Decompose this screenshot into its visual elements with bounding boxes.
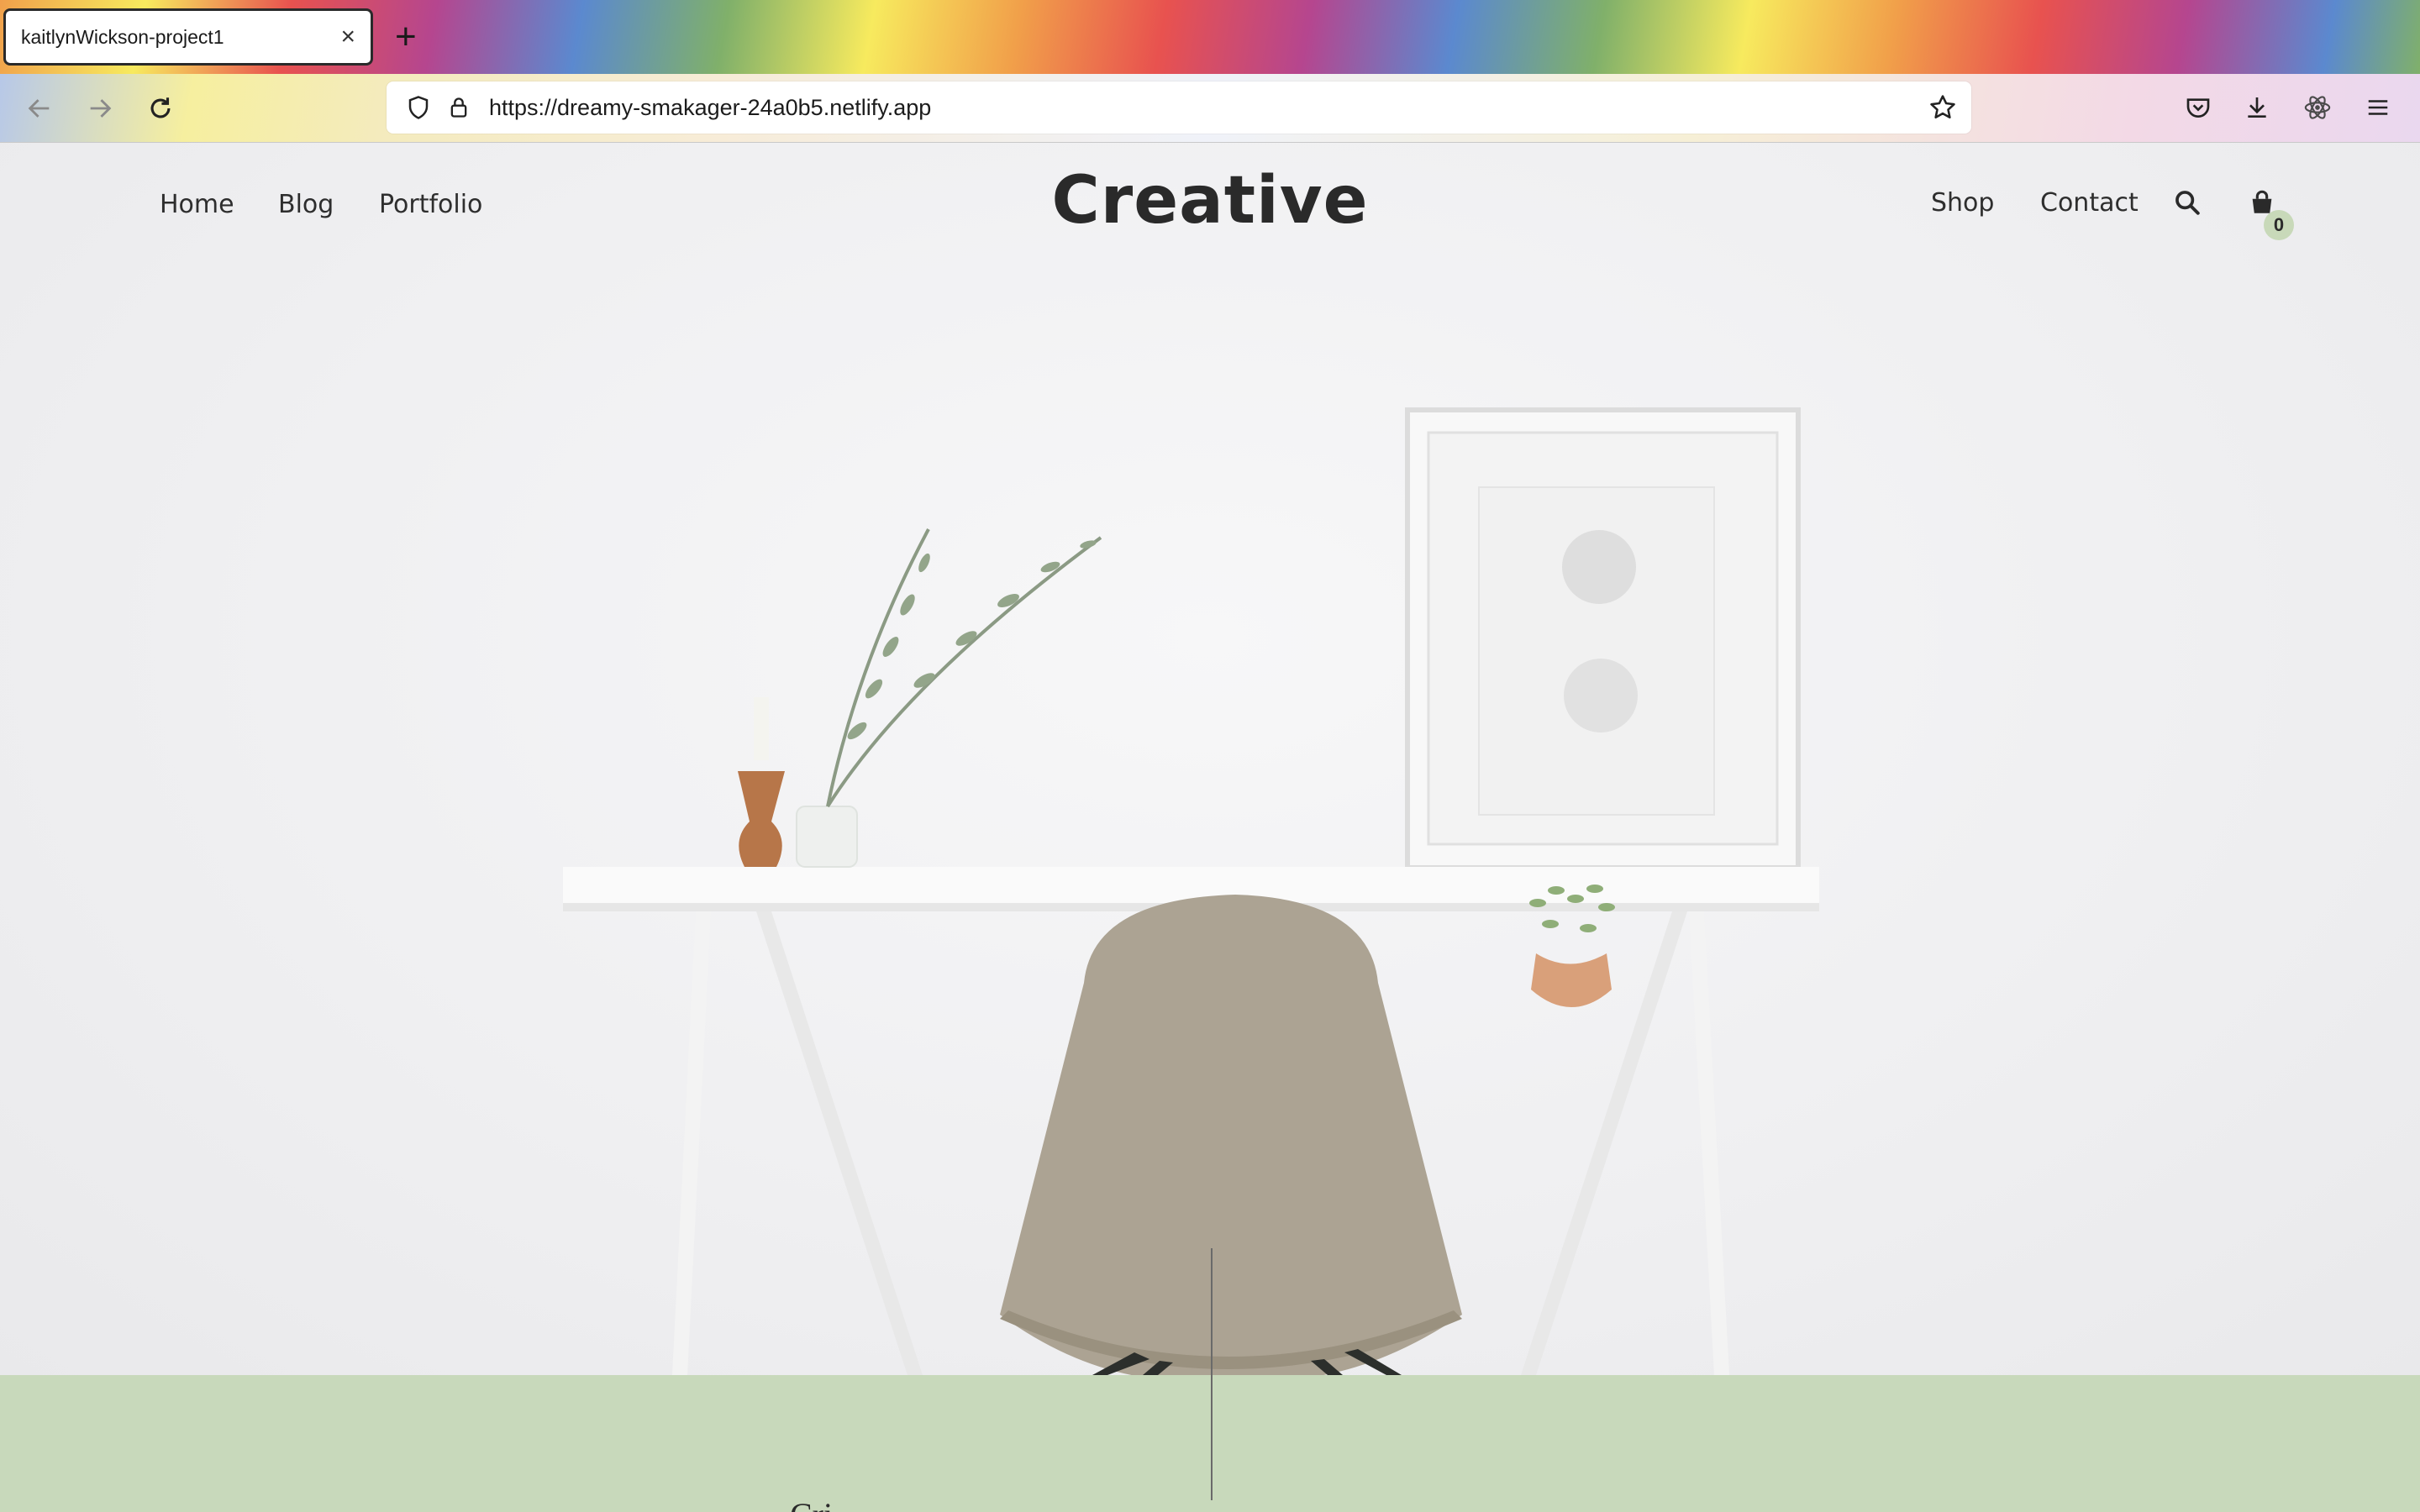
search-icon[interactable] [2173, 188, 2207, 222]
section-heading-peek: Cri [790, 1495, 833, 1512]
lock-icon[interactable] [442, 91, 476, 124]
web-page: Home Blog Portfolio Creative Shop Contac… [0, 143, 2420, 1512]
back-icon[interactable] [20, 89, 59, 128]
featured-section [0, 1375, 2420, 1512]
close-icon[interactable]: × [340, 24, 355, 50]
hero-section: Home Blog Portfolio Creative Shop Contac… [0, 143, 2420, 1375]
new-tab-button[interactable]: + [395, 17, 417, 57]
react-devtools-icon[interactable] [2299, 89, 2336, 126]
menu-icon[interactable] [2360, 89, 2396, 126]
star-icon[interactable] [1926, 91, 1960, 124]
browser-tab[interactable]: kaitlynWickson-project1 × [3, 8, 373, 66]
scroll-divider-line [1211, 1248, 1213, 1500]
shield-icon[interactable] [402, 91, 435, 124]
tab-title: kaitlynWickson-project1 [21, 25, 224, 48]
cart-count-badge: 0 [2264, 210, 2294, 240]
nav-link-shop[interactable]: Shop [1931, 188, 1994, 218]
forward-icon[interactable] [81, 89, 119, 128]
reload-icon[interactable] [141, 89, 180, 128]
url-text[interactable]: https://dreamy-smakager-24a0b5.netlify.a… [489, 95, 1911, 121]
hero-image [563, 407, 1819, 1375]
pocket-icon[interactable] [2180, 89, 2217, 126]
url-bar[interactable]: https://dreamy-smakager-24a0b5.netlify.a… [387, 81, 1971, 134]
tab-strip: kaitlynWickson-project1 × + [0, 0, 2420, 74]
nav-link-contact[interactable]: Contact [2040, 188, 2139, 218]
download-icon[interactable] [2238, 89, 2275, 126]
